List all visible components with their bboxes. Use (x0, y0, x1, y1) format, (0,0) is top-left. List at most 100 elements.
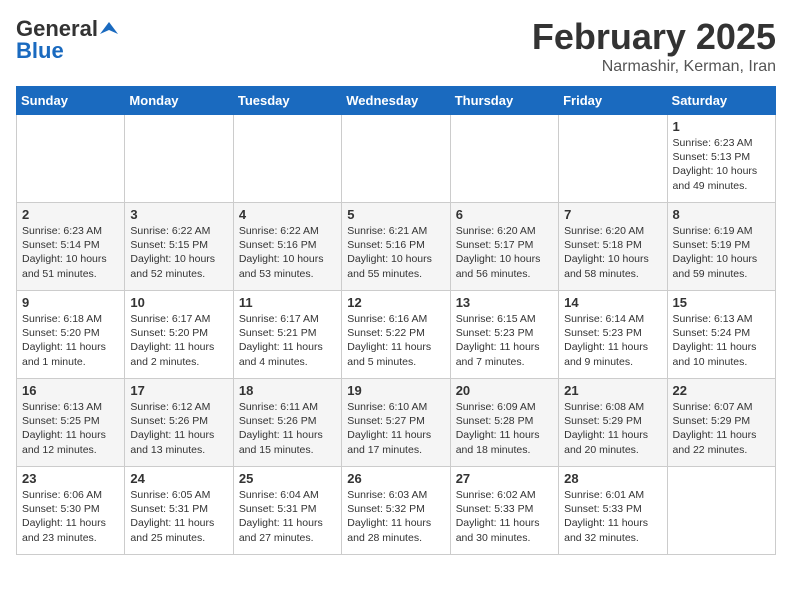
day-info: Sunrise: 6:19 AM Sunset: 5:19 PM Dayligh… (673, 224, 770, 281)
week-row-3: 9 Sunrise: 6:18 AM Sunset: 5:20 PM Daylig… (17, 291, 776, 379)
day-number: 21 (564, 383, 661, 398)
calendar-cell: 2 Sunrise: 6:23 AM Sunset: 5:14 PM Daylig… (17, 203, 125, 291)
day-number: 7 (564, 207, 661, 222)
weekday-header-monday: Monday (125, 87, 233, 115)
logo-bird-icon (100, 20, 118, 38)
day-number: 1 (673, 119, 770, 134)
calendar-cell (450, 115, 558, 203)
day-info: Sunrise: 6:17 AM Sunset: 5:20 PM Dayligh… (130, 312, 227, 369)
week-row-5: 23 Sunrise: 6:06 AM Sunset: 5:30 PM Dayli… (17, 467, 776, 555)
calendar-cell: 26 Sunrise: 6:03 AM Sunset: 5:32 PM Dayli… (342, 467, 450, 555)
day-number: 25 (239, 471, 336, 486)
day-number: 8 (673, 207, 770, 222)
day-number: 11 (239, 295, 336, 310)
day-number: 4 (239, 207, 336, 222)
day-info: Sunrise: 6:08 AM Sunset: 5:29 PM Dayligh… (564, 400, 661, 457)
calendar-cell: 4 Sunrise: 6:22 AM Sunset: 5:16 PM Daylig… (233, 203, 341, 291)
week-row-2: 2 Sunrise: 6:23 AM Sunset: 5:14 PM Daylig… (17, 203, 776, 291)
day-info: Sunrise: 6:22 AM Sunset: 5:15 PM Dayligh… (130, 224, 227, 281)
day-number: 18 (239, 383, 336, 398)
day-info: Sunrise: 6:04 AM Sunset: 5:31 PM Dayligh… (239, 488, 336, 545)
day-number: 17 (130, 383, 227, 398)
day-info: Sunrise: 6:23 AM Sunset: 5:13 PM Dayligh… (673, 136, 770, 193)
day-number: 23 (22, 471, 119, 486)
weekday-header-sunday: Sunday (17, 87, 125, 115)
week-row-1: 1 Sunrise: 6:23 AM Sunset: 5:13 PM Daylig… (17, 115, 776, 203)
day-info: Sunrise: 6:23 AM Sunset: 5:14 PM Dayligh… (22, 224, 119, 281)
day-info: Sunrise: 6:03 AM Sunset: 5:32 PM Dayligh… (347, 488, 444, 545)
day-info: Sunrise: 6:06 AM Sunset: 5:30 PM Dayligh… (22, 488, 119, 545)
calendar-cell: 11 Sunrise: 6:17 AM Sunset: 5:21 PM Dayli… (233, 291, 341, 379)
calendar-cell: 5 Sunrise: 6:21 AM Sunset: 5:16 PM Daylig… (342, 203, 450, 291)
calendar-cell (667, 467, 775, 555)
calendar-table: SundayMondayTuesdayWednesdayThursdayFrid… (16, 86, 776, 555)
day-number: 24 (130, 471, 227, 486)
calendar-cell: 17 Sunrise: 6:12 AM Sunset: 5:26 PM Dayli… (125, 379, 233, 467)
calendar-cell: 15Sunrise: 6:13 AM Sunset: 5:24 PM Dayli… (667, 291, 775, 379)
calendar-cell: 18 Sunrise: 6:11 AM Sunset: 5:26 PM Dayli… (233, 379, 341, 467)
weekday-header-thursday: Thursday (450, 87, 558, 115)
day-number: 5 (347, 207, 444, 222)
logo-blue: Blue (16, 38, 64, 64)
calendar-cell: 21 Sunrise: 6:08 AM Sunset: 5:29 PM Dayli… (559, 379, 667, 467)
page-header: General Blue February 2025 Narmashir, Ke… (16, 16, 776, 76)
day-number: 16 (22, 383, 119, 398)
day-number: 19 (347, 383, 444, 398)
day-number: 26 (347, 471, 444, 486)
calendar-cell: 19 Sunrise: 6:10 AM Sunset: 5:27 PM Dayli… (342, 379, 450, 467)
calendar-cell: 28Sunrise: 6:01 AM Sunset: 5:33 PM Dayli… (559, 467, 667, 555)
calendar-cell: 9 Sunrise: 6:18 AM Sunset: 5:20 PM Daylig… (17, 291, 125, 379)
calendar-cell: 7Sunrise: 6:20 AM Sunset: 5:18 PM Daylig… (559, 203, 667, 291)
day-info: Sunrise: 6:15 AM Sunset: 5:23 PM Dayligh… (456, 312, 553, 369)
calendar-cell: 3 Sunrise: 6:22 AM Sunset: 5:15 PM Daylig… (125, 203, 233, 291)
day-info: Sunrise: 6:13 AM Sunset: 5:25 PM Dayligh… (22, 400, 119, 457)
calendar-cell: 13 Sunrise: 6:15 AM Sunset: 5:23 PM Dayli… (450, 291, 558, 379)
weekday-header-row: SundayMondayTuesdayWednesdayThursdayFrid… (17, 87, 776, 115)
day-info: Sunrise: 6:10 AM Sunset: 5:27 PM Dayligh… (347, 400, 444, 457)
calendar-cell: 22 Sunrise: 6:07 AM Sunset: 5:29 PM Dayli… (667, 379, 775, 467)
weekday-header-saturday: Saturday (667, 87, 775, 115)
day-number: 22 (673, 383, 770, 398)
calendar-cell: 27Sunrise: 6:02 AM Sunset: 5:33 PM Dayli… (450, 467, 558, 555)
day-info: Sunrise: 6:12 AM Sunset: 5:26 PM Dayligh… (130, 400, 227, 457)
calendar-cell: 10 Sunrise: 6:17 AM Sunset: 5:20 PM Dayli… (125, 291, 233, 379)
calendar-cell: 25 Sunrise: 6:04 AM Sunset: 5:31 PM Dayli… (233, 467, 341, 555)
day-info: Sunrise: 6:13 AM Sunset: 5:24 PM Dayligh… (673, 312, 770, 369)
day-info: Sunrise: 6:20 AM Sunset: 5:17 PM Dayligh… (456, 224, 553, 281)
day-info: Sunrise: 6:17 AM Sunset: 5:21 PM Dayligh… (239, 312, 336, 369)
weekday-header-friday: Friday (559, 87, 667, 115)
day-info: Sunrise: 6:14 AM Sunset: 5:23 PM Dayligh… (564, 312, 661, 369)
calendar-cell (559, 115, 667, 203)
calendar-cell (233, 115, 341, 203)
day-info: Sunrise: 6:16 AM Sunset: 5:22 PM Dayligh… (347, 312, 444, 369)
calendar-cell: 23 Sunrise: 6:06 AM Sunset: 5:30 PM Dayli… (17, 467, 125, 555)
calendar-cell (342, 115, 450, 203)
day-info: Sunrise: 6:22 AM Sunset: 5:16 PM Dayligh… (239, 224, 336, 281)
day-info: Sunrise: 6:21 AM Sunset: 5:16 PM Dayligh… (347, 224, 444, 281)
day-info: Sunrise: 6:11 AM Sunset: 5:26 PM Dayligh… (239, 400, 336, 457)
day-number: 3 (130, 207, 227, 222)
day-number: 6 (456, 207, 553, 222)
calendar-cell: 16 Sunrise: 6:13 AM Sunset: 5:25 PM Dayli… (17, 379, 125, 467)
calendar-cell (125, 115, 233, 203)
day-info: Sunrise: 6:01 AM Sunset: 5:33 PM Dayligh… (564, 488, 661, 545)
weekday-header-wednesday: Wednesday (342, 87, 450, 115)
calendar-cell: 6 Sunrise: 6:20 AM Sunset: 5:17 PM Daylig… (450, 203, 558, 291)
calendar-cell: 12Sunrise: 6:16 AM Sunset: 5:22 PM Dayli… (342, 291, 450, 379)
week-row-4: 16 Sunrise: 6:13 AM Sunset: 5:25 PM Dayli… (17, 379, 776, 467)
day-info: Sunrise: 6:18 AM Sunset: 5:20 PM Dayligh… (22, 312, 119, 369)
day-number: 2 (22, 207, 119, 222)
day-info: Sunrise: 6:07 AM Sunset: 5:29 PM Dayligh… (673, 400, 770, 457)
day-number: 13 (456, 295, 553, 310)
title-block: February 2025 Narmashir, Kerman, Iran (532, 16, 776, 76)
day-number: 14 (564, 295, 661, 310)
day-info: Sunrise: 6:02 AM Sunset: 5:33 PM Dayligh… (456, 488, 553, 545)
logo: General Blue (16, 16, 118, 64)
month-title: February 2025 (532, 16, 776, 58)
day-number: 9 (22, 295, 119, 310)
location: Narmashir, Kerman, Iran (532, 58, 776, 76)
day-info: Sunrise: 6:05 AM Sunset: 5:31 PM Dayligh… (130, 488, 227, 545)
weekday-header-tuesday: Tuesday (233, 87, 341, 115)
day-number: 10 (130, 295, 227, 310)
calendar-cell: 20Sunrise: 6:09 AM Sunset: 5:28 PM Dayli… (450, 379, 558, 467)
